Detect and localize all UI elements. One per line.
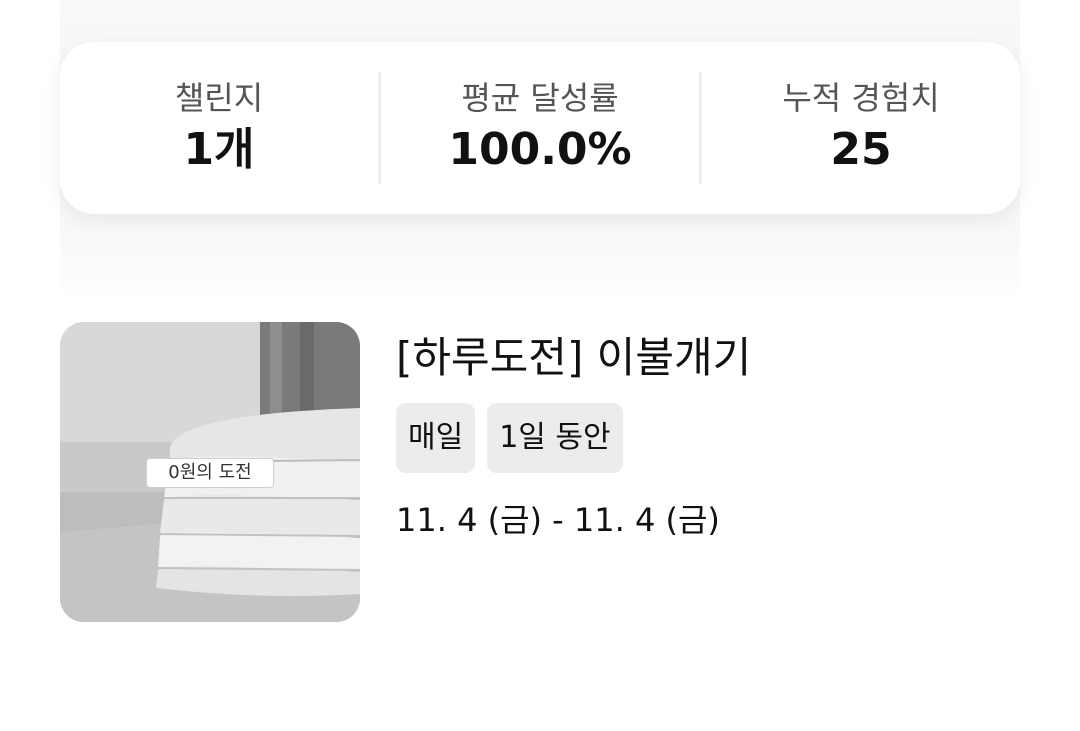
tag-frequency: 매일 (396, 403, 476, 473)
stat-total-xp-label: 누적 경험치 (782, 79, 940, 117)
stat-challenges-value: 1개 (183, 124, 255, 175)
stat-average-rate-label: 평균 달성률 (461, 79, 619, 117)
stat-challenges: 챌린지 1개 (60, 72, 378, 184)
challenge-date-range: 11. 4 (금) - 11. 4 (금) (396, 501, 720, 539)
challenge-tags: 매일 1일 동안 (396, 403, 1016, 473)
tag-duration: 1일 동안 (487, 403, 623, 473)
stat-challenges-label: 챌린지 (174, 79, 264, 117)
stat-total-xp: 누적 경험치 25 (699, 72, 1020, 184)
stat-total-xp-value: 25 (830, 124, 892, 175)
thumbnail-badge: 0원의 도전 (146, 458, 274, 488)
challenge-list-item[interactable]: 0원의 도전 [하루도전] 이불개기 매일 1일 동안 11. 4 (금) - … (60, 322, 1020, 622)
stat-average-rate-value: 100.0% (448, 124, 632, 175)
challenge-info: [하루도전] 이불개기 매일 1일 동안 11. 4 (금) - 11. 4 (… (396, 322, 1016, 540)
challenge-title[interactable]: [하루도전] 이불개기 (396, 330, 1016, 386)
challenge-thumbnail: 0원의 도전 (60, 322, 360, 622)
challenge-summary-page: 챌린지 1개 평균 달성률 100.0% 누적 경험치 25 0원의 도전 [하… (0, 0, 1080, 731)
stats-card: 챌린지 1개 평균 달성률 100.0% 누적 경험치 25 (60, 42, 1020, 214)
stat-average-rate: 평균 달성률 100.0% (378, 72, 699, 184)
